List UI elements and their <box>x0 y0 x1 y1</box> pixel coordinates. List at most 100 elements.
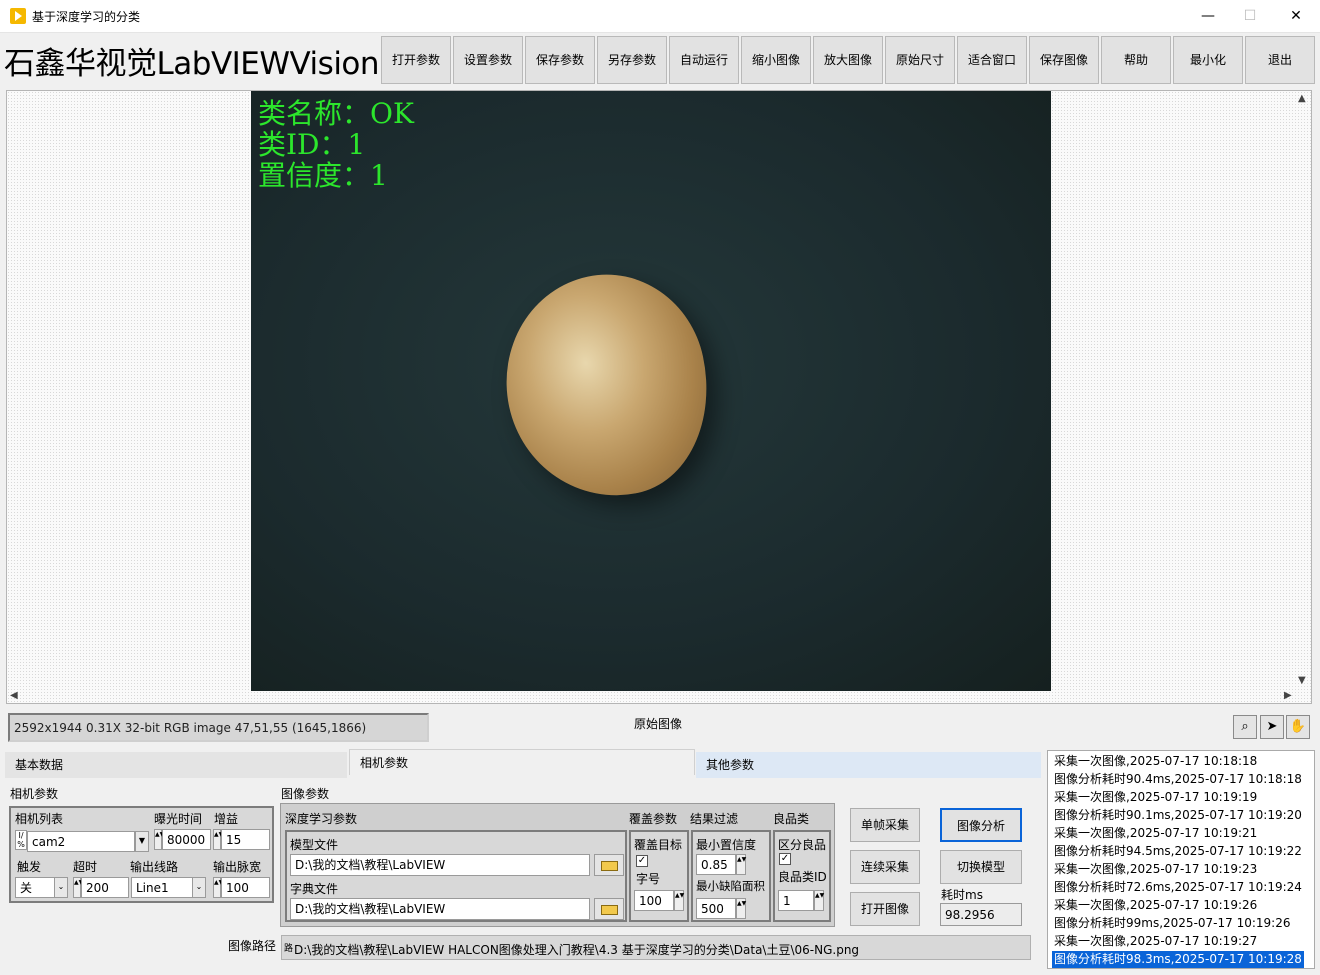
app-brand-title: 石鑫华视觉LabVIEWVision <box>4 46 380 82</box>
open-params-button[interactable]: 打开参数 <box>381 36 451 84</box>
list-item[interactable]: 采集一次图像,2025-07-17 10:19:27 <box>1054 933 1257 950</box>
list-item[interactable]: 采集一次图像,2025-07-17 10:18:18 <box>1054 753 1257 770</box>
chevron-down-icon[interactable]: ⌄ <box>192 877 206 898</box>
minimize-window-button[interactable]: — <box>1185 0 1231 32</box>
list-item[interactable]: 采集一次图像,2025-07-17 10:19:23 <box>1054 861 1257 878</box>
image-info-bar: 2592x1944 0.31X 32-bit RGB image 47,51,5… <box>8 713 429 742</box>
camera-params-group: 相机列表 曝光时间 增益 I/% cam2 ▼ ▲▼ 80000 ▲▼ 15 触… <box>9 806 274 903</box>
scroll-right-icon[interactable]: ▶ <box>1284 690 1292 701</box>
scroll-down-icon[interactable]: ▼ <box>1298 675 1306 686</box>
gain-spinner[interactable]: ▲▼ <box>213 829 223 850</box>
gain-field[interactable]: 15 <box>221 829 270 850</box>
min-defect-area-field[interactable]: 500 <box>696 898 736 919</box>
camera-section-label: 相机参数 <box>10 787 59 801</box>
scroll-up-icon[interactable]: ▲ <box>1298 93 1306 104</box>
pointer-tool-icon[interactable]: ➤ <box>1260 715 1284 739</box>
font-size-spinner[interactable]: ▲▼ <box>674 890 684 911</box>
min-confidence-spinner[interactable]: ▲▼ <box>736 854 746 875</box>
min-defect-area-spinner[interactable]: ▲▼ <box>736 898 746 919</box>
continuous-capture-button[interactable]: 连续采集 <box>850 850 920 884</box>
potato-object <box>486 256 728 516</box>
result-filter-label: 结果过滤 <box>690 812 739 826</box>
minimize-app-button[interactable]: 最小化 <box>1173 36 1243 84</box>
tab-other-params[interactable]: 其他参数 <box>696 752 1041 778</box>
list-item-selected[interactable]: 图像分析耗时98.3ms,2025-07-17 10:19:28 <box>1052 951 1304 968</box>
model-files-group: 模型文件 D:\我的文档\教程\LabVIEW 字典文件 D:\我的文档\教程\… <box>285 830 627 922</box>
overlay-class-name: 类名称：OK <box>258 97 414 130</box>
save-params-button[interactable]: 保存参数 <box>525 36 595 84</box>
path-type-icon: 路 <box>284 944 294 954</box>
image-params-group: 深度学习参数 覆盖参数 结果过滤 良品类 模型文件 D:\我的文档\教程\Lab… <box>280 803 835 927</box>
save-image-button[interactable]: 保存图像 <box>1029 36 1099 84</box>
zoom-in-button[interactable]: 放大图像 <box>813 36 883 84</box>
image-params-label: 图像参数 <box>281 787 330 801</box>
maximize-window-button[interactable]: ☐ <box>1227 0 1273 32</box>
chevron-down-icon[interactable]: ▼ <box>135 831 149 852</box>
zoom-tool-icon[interactable]: ⌕ <box>1233 715 1257 739</box>
good-class-id-spinner[interactable]: ▲▼ <box>814 890 824 911</box>
switch-model-button[interactable]: 切换模型 <box>940 850 1022 884</box>
list-item[interactable]: 图像分析耗时90.1ms,2025-07-17 10:19:20 <box>1054 807 1302 824</box>
min-confidence-field[interactable]: 0.85 <box>696 854 736 875</box>
distinguish-good-checkbox[interactable]: ✓ <box>779 853 791 865</box>
camera-image[interactable]: 类名称：OK 类ID：1 置信度：1 <box>251 91 1051 691</box>
overlay-target-checkbox[interactable]: ✓ <box>636 855 648 867</box>
overlay-class-id: 类ID：1 <box>258 128 366 161</box>
window-title: 基于深度学习的分类 <box>32 10 141 24</box>
horizontal-scrollbar[interactable]: ◀ ▶ <box>7 689 1296 703</box>
pan-hand-icon[interactable]: ✋ <box>1286 715 1310 739</box>
io-type-icon: I/% <box>15 830 27 850</box>
trigger-select[interactable]: 关 <box>15 877 55 898</box>
vertical-scrollbar[interactable]: ▲ ▼ <box>1296 91 1310 689</box>
dict-file-path[interactable]: D:\我的文档\教程\LabVIEW <box>290 898 590 920</box>
list-item[interactable]: 采集一次图像,2025-07-17 10:19:19 <box>1054 789 1257 806</box>
list-item[interactable]: 图像分析耗时94.5ms,2025-07-17 10:19:22 <box>1054 843 1302 860</box>
list-item[interactable]: 图像分析耗时90.4ms,2025-07-17 10:18:18 <box>1054 771 1302 788</box>
image-analysis-button[interactable]: 图像分析 <box>940 808 1022 842</box>
pulse-width-field[interactable]: 100 <box>221 877 270 898</box>
good-class-id-field[interactable]: 1 <box>778 890 814 911</box>
timeout-field[interactable]: 200 <box>81 877 129 898</box>
timeout-spinner[interactable]: ▲▼ <box>73 877 83 898</box>
overlay-target-label: 覆盖目标 <box>634 838 683 852</box>
folder-open-icon[interactable] <box>594 898 624 920</box>
font-size-label: 字号 <box>636 872 661 886</box>
list-item[interactable]: 图像分析耗时99ms,2025-07-17 10:19:26 <box>1054 915 1290 932</box>
font-size-field[interactable]: 100 <box>634 890 674 911</box>
open-image-button[interactable]: 打开图像 <box>850 892 920 926</box>
model-file-path[interactable]: D:\我的文档\教程\LabVIEW <box>290 854 590 876</box>
min-defect-area-label: 最小缺陷面积 <box>696 879 765 893</box>
image-path-field[interactable]: 路 D:\我的文档\教程\LabVIEW HALCON图像处理入门教程\4.3 … <box>281 935 1031 960</box>
single-capture-button[interactable]: 单帧采集 <box>850 808 920 842</box>
list-item[interactable]: 采集一次图像,2025-07-17 10:19:21 <box>1054 825 1257 842</box>
chevron-down-icon[interactable]: ⌄ <box>54 877 68 898</box>
image-info-text: 2592x1944 0.31X 32-bit RGB image 47,51,5… <box>14 721 367 735</box>
elapsed-time-value: 98.2956 <box>940 903 1022 926</box>
exposure-spinner[interactable]: ▲▼ <box>154 829 164 850</box>
auto-run-button[interactable]: 自动运行 <box>669 36 739 84</box>
list-item[interactable]: 采集一次图像,2025-07-17 10:19:26 <box>1054 897 1257 914</box>
set-params-button[interactable]: 设置参数 <box>453 36 523 84</box>
output-line-select[interactable]: Line1 <box>131 877 193 898</box>
save-as-params-button[interactable]: 另存参数 <box>597 36 667 84</box>
pulse-spinner[interactable]: ▲▼ <box>213 877 223 898</box>
help-button[interactable]: 帮助 <box>1101 36 1171 84</box>
exit-button[interactable]: 退出 <box>1245 36 1315 84</box>
tab-basic-data[interactable]: 基本数据 <box>5 752 347 778</box>
exposure-field[interactable]: 80000 <box>162 829 211 850</box>
tab-camera-params[interactable]: 相机参数 <box>349 749 695 775</box>
original-size-button[interactable]: 原始尺寸 <box>885 36 955 84</box>
deep-learning-label: 深度学习参数 <box>285 812 358 826</box>
event-log-list[interactable]: 采集一次图像,2025-07-17 10:18:18 图像分析耗时90.4ms,… <box>1047 750 1315 969</box>
scroll-left-icon[interactable]: ◀ <box>10 690 18 701</box>
elapsed-time-label: 耗时ms <box>941 888 983 902</box>
camera-list-select[interactable]: cam2 <box>27 831 135 852</box>
close-window-button[interactable]: ✕ <box>1273 0 1319 32</box>
zoom-out-button[interactable]: 缩小图像 <box>741 36 811 84</box>
distinguish-good-label: 区分良品 <box>778 838 827 852</box>
folder-open-icon[interactable] <box>594 854 624 876</box>
list-item[interactable]: 图像分析耗时72.6ms,2025-07-17 10:19:24 <box>1054 879 1302 896</box>
good-class-id-label: 良品类ID <box>778 870 827 884</box>
image-caption: 原始图像 <box>634 717 683 731</box>
fit-window-button[interactable]: 适合窗口 <box>957 36 1027 84</box>
